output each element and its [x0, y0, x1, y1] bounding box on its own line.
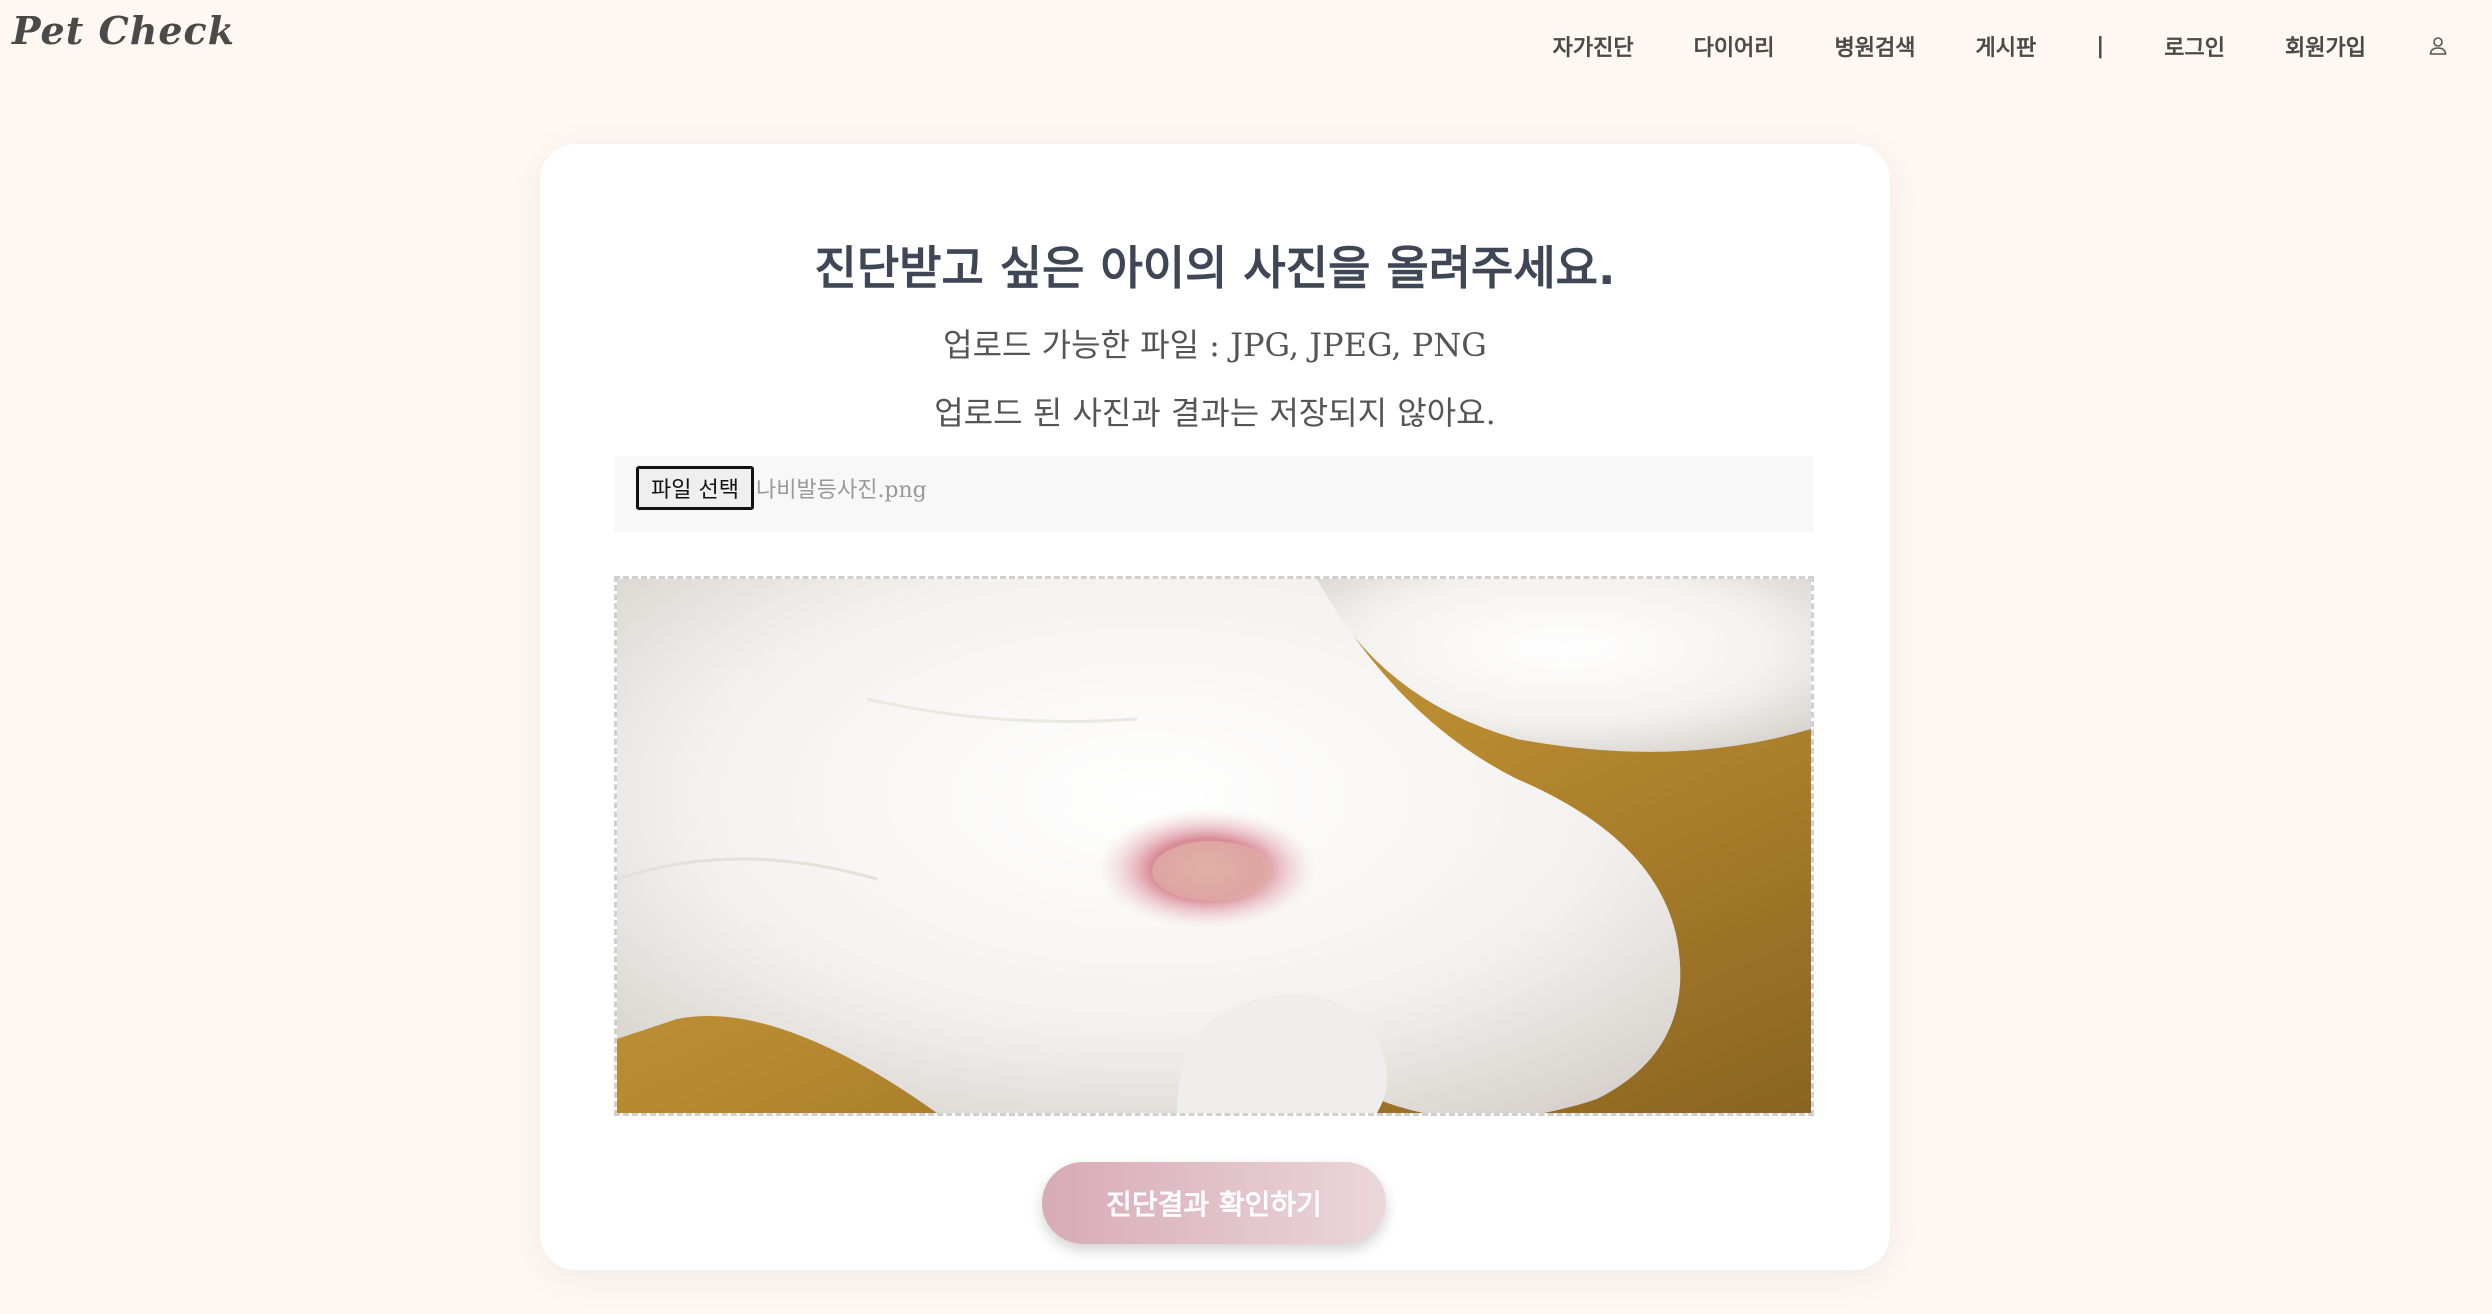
check-diagnosis-button[interactable]: 진단결과 확인하기: [1042, 1162, 1386, 1244]
privacy-notice-text: 업로드 된 사진과 결과는 저장되지 않아요.: [934, 394, 1496, 432]
nav-hospital-search[interactable]: 병원검색: [1835, 30, 1916, 62]
user-icon[interactable]: [2428, 36, 2448, 56]
nav-signup[interactable]: 회원가입: [2285, 30, 2366, 62]
file-input[interactable]: 파일 선택 나비발등사진.png: [614, 456, 1814, 532]
image-preview: [614, 576, 1814, 1116]
nav-separator: |: [2096, 33, 2105, 59]
selected-file-name: 나비발등사진.png: [756, 478, 927, 503]
nav-diary[interactable]: 다이어리: [1694, 30, 1775, 62]
choose-file-button[interactable]: 파일 선택: [636, 466, 754, 510]
upload-card: 진단받고 싶은 아이의 사진을 올려주세요. 업로드 가능한 파일 : JPG,…: [540, 144, 1890, 1270]
nav-self-diagnosis[interactable]: 자가진단: [1553, 30, 1634, 62]
nav-board[interactable]: 게시판: [1976, 30, 2037, 62]
cat-paw-photo: [617, 579, 1811, 1113]
page-title: 진단받고 싶은 아이의 사진을 올려주세요.: [814, 241, 1616, 295]
nav-login[interactable]: 로그인: [2164, 30, 2225, 62]
app-logo[interactable]: Pet Check: [12, 8, 235, 53]
top-nav: 자가진단 다이어리 병원검색 게시판 | 로그인 회원가입: [1493, 30, 2448, 62]
allowed-formats-text: 업로드 가능한 파일 : JPG, JPEG, PNG: [943, 326, 1487, 364]
